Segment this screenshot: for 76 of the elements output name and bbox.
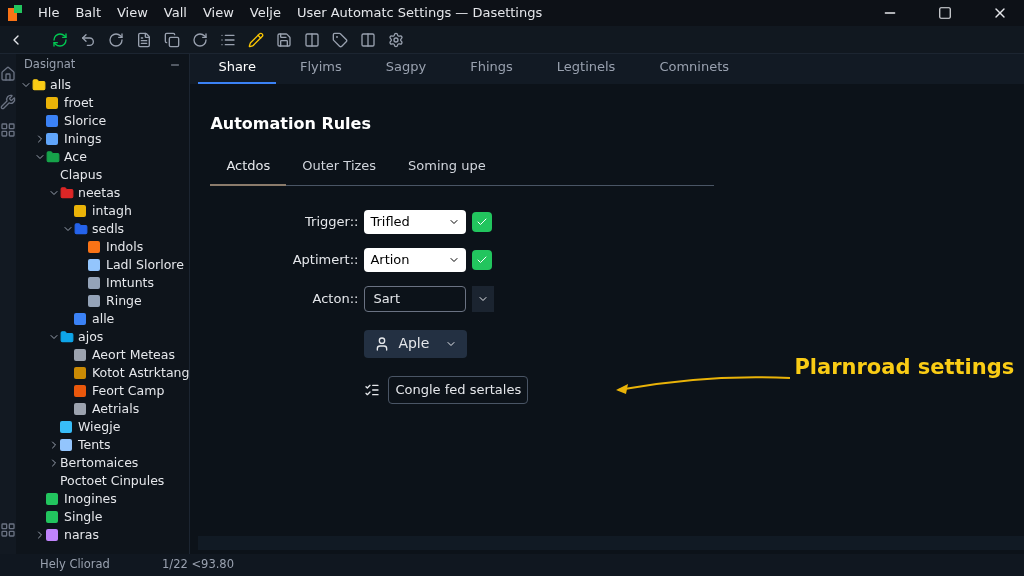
apply-button[interactable]: Aple bbox=[364, 329, 468, 358]
menu-item[interactable]: Vall bbox=[163, 3, 187, 23]
tree-item[interactable]: intagh bbox=[92, 201, 132, 221]
tab[interactable]: Sagpy bbox=[365, 56, 447, 84]
field-label: Aptimert:: bbox=[291, 250, 359, 269]
field-label: Acton:: bbox=[311, 289, 359, 308]
dropdown[interactable]: Trifled bbox=[364, 209, 467, 234]
tree-item[interactable]: Feort Camp bbox=[92, 381, 165, 401]
toolbar-icon[interactable] bbox=[304, 31, 320, 48]
maximize-icon[interactable] bbox=[938, 6, 952, 20]
toolbar-icon[interactable] bbox=[388, 31, 404, 48]
tree-item[interactable]: froet bbox=[64, 93, 94, 113]
tree-item[interactable]: Inogines bbox=[64, 489, 117, 509]
callout-text: Plarnroad settings bbox=[794, 354, 1015, 381]
tree-item[interactable]: alls bbox=[50, 76, 72, 95]
status-position: 1/22 <93.80 bbox=[161, 556, 234, 574]
toolbar-icon[interactable] bbox=[248, 31, 264, 48]
dropdown[interactable]: Artion bbox=[364, 247, 467, 272]
tree-item[interactable]: Slorice bbox=[64, 111, 107, 131]
grid-icon[interactable] bbox=[0, 522, 16, 538]
status-text: Hely Cliorad bbox=[40, 556, 110, 574]
menu-item[interactable]: Velje bbox=[249, 3, 281, 23]
section-heading: Automation Rules bbox=[210, 113, 372, 135]
home-icon[interactable] bbox=[0, 66, 16, 82]
subtab[interactable]: Soming upe bbox=[392, 152, 502, 186]
subtab[interactable]: Actdos bbox=[210, 152, 287, 186]
field-label: Trigger:: bbox=[304, 212, 359, 231]
subtab[interactable]: Outer Tizes bbox=[286, 152, 393, 186]
tree-item[interactable]: Inings bbox=[64, 129, 102, 149]
configure-button[interactable]: Congle fed sertales bbox=[388, 375, 529, 404]
toolbar-icon[interactable] bbox=[52, 31, 68, 48]
toolbar-icon[interactable] bbox=[332, 31, 348, 48]
tree-item[interactable]: Poctoet Cinpules bbox=[60, 471, 165, 491]
tree-item[interactable]: Wiegje bbox=[78, 417, 121, 437]
app-logo-icon bbox=[8, 5, 22, 21]
menu-item[interactable]: View bbox=[202, 3, 234, 23]
tree-item[interactable]: Aeort Meteas bbox=[92, 345, 175, 365]
tree-item[interactable]: Single bbox=[64, 507, 103, 527]
checkbox[interactable] bbox=[472, 249, 493, 270]
tree-item[interactable]: naras bbox=[64, 525, 99, 545]
checkbox[interactable] bbox=[472, 211, 493, 232]
grid-icon[interactable] bbox=[0, 122, 16, 138]
panel-title: Dasignat bbox=[24, 56, 76, 74]
dropdown-button[interactable] bbox=[472, 285, 495, 312]
tree-item[interactable]: ajos bbox=[78, 327, 104, 347]
tree-item[interactable]: Kotot Astrktang bbox=[92, 363, 190, 383]
toolbar-icon[interactable] bbox=[192, 31, 208, 48]
toolbar-icon[interactable] bbox=[360, 31, 376, 48]
tab[interactable]: Flyims bbox=[279, 56, 362, 84]
tree-item[interactable]: Clapus bbox=[60, 165, 103, 185]
tree-item[interactable]: sedls bbox=[92, 219, 125, 239]
tree-item[interactable]: Indols bbox=[106, 237, 144, 257]
toolbar-icon[interactable] bbox=[276, 31, 292, 48]
tree-item[interactable]: Imtunts bbox=[106, 273, 155, 293]
toolbar-icon[interactable] bbox=[164, 31, 180, 48]
tree-item[interactable]: Ladl Slorlore bbox=[106, 255, 184, 275]
menu-item[interactable]: View bbox=[117, 3, 148, 23]
toolbar-icon[interactable] bbox=[80, 31, 96, 48]
tree-item[interactable]: alle bbox=[92, 309, 115, 329]
tree-item[interactable]: Tents bbox=[78, 435, 111, 455]
toolbar-icon[interactable] bbox=[108, 31, 124, 48]
input-field[interactable]: Sart bbox=[364, 285, 467, 312]
tab[interactable]: Legtinels bbox=[536, 56, 636, 84]
tree-item[interactable]: Ace bbox=[64, 147, 87, 167]
window-title: User Automatc Settings — Dasettings bbox=[296, 4, 543, 23]
tab[interactable]: Comninets bbox=[639, 56, 750, 84]
toolbar-icon[interactable] bbox=[136, 31, 152, 48]
menu-item[interactable]: Hle bbox=[38, 3, 60, 23]
tab[interactable]: Share bbox=[198, 56, 276, 84]
menu-item[interactable]: Balt bbox=[75, 3, 101, 23]
tree-item[interactable]: Bertomaices bbox=[60, 453, 139, 473]
tree-item[interactable]: Ringe bbox=[106, 291, 142, 311]
wrench-icon[interactable] bbox=[0, 94, 16, 110]
tree-item[interactable]: neetas bbox=[78, 183, 121, 203]
tab[interactable]: Fhings bbox=[450, 56, 533, 84]
tree-item[interactable]: Aetrials bbox=[92, 399, 140, 419]
